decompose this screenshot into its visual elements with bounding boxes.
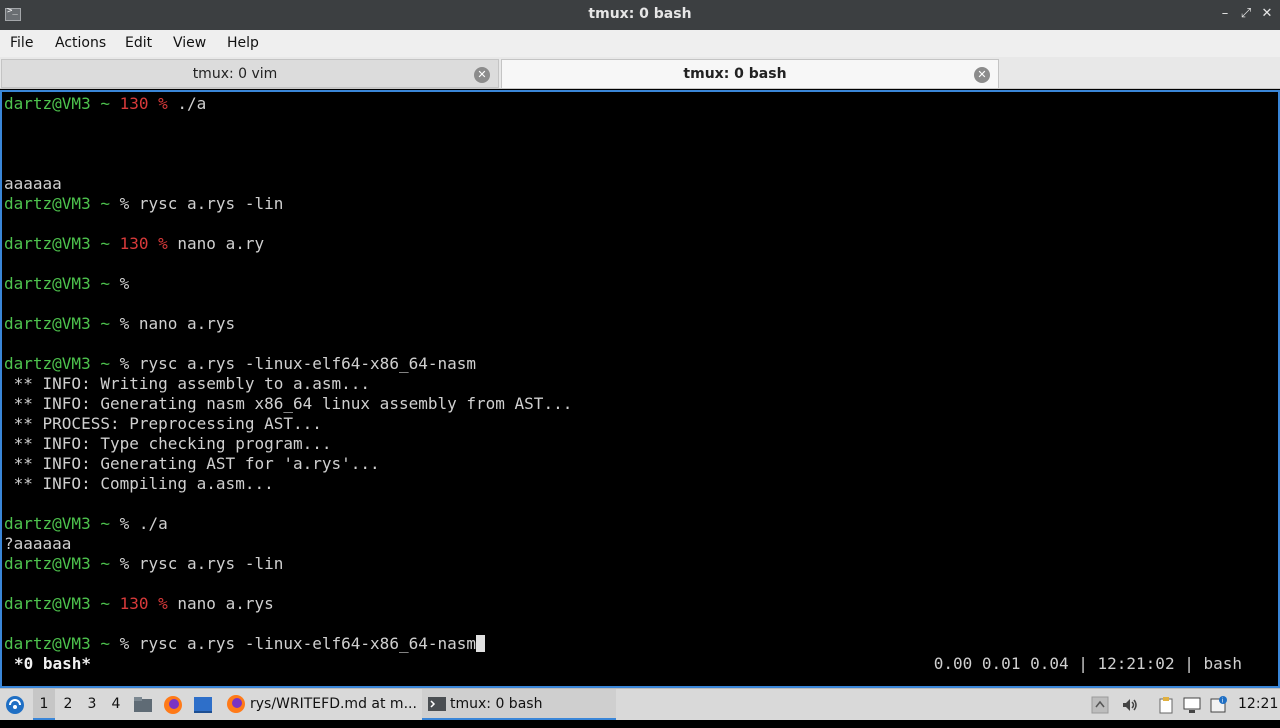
folder-icon <box>134 697 152 712</box>
firefox-icon <box>164 696 182 714</box>
firefox-launcher[interactable] <box>163 689 185 720</box>
window-titlebar: tmux: 0 bash – ⤢ ✕ <box>0 0 1280 30</box>
prompt-line: dartz@VM3 ~ 130 % nano a.ry <box>4 234 264 254</box>
prompt-user: dartz@VM3 ~ <box>4 234 120 253</box>
exit-code: 130 <box>119 94 149 113</box>
prompt-symbol: % <box>119 194 139 213</box>
volume-icon[interactable] <box>1121 696 1139 714</box>
command-text: rysc a.rys -lin <box>138 194 284 213</box>
menu-edit[interactable]: Edit <box>125 35 152 51</box>
prompt-user: dartz@VM3 ~ <box>4 274 120 293</box>
terminal-icon <box>428 697 446 711</box>
prompt-symbol: % <box>119 514 139 533</box>
tab-close-icon[interactable]: ✕ <box>974 67 990 83</box>
workspace-2[interactable]: 2 <box>57 689 79 720</box>
command-text: rysc a.rys -lin <box>138 554 284 573</box>
show-desktop-icon <box>194 697 212 713</box>
command-text: nano a.rys <box>177 594 274 613</box>
output-line: ** INFO: Compiling a.asm... <box>4 474 274 493</box>
prompt-symbol: % <box>148 234 178 253</box>
exit-code: 130 <box>119 594 149 613</box>
tmux-status-right: 0.00 0.01 0.04 | 12:21:02 | bash <box>933 654 1242 673</box>
tray-expand-icon[interactable] <box>1091 696 1109 714</box>
output-line: ** INFO: Type checking program... <box>4 434 332 453</box>
prompt-user: dartz@VM3 ~ <box>4 94 120 113</box>
prompt-line: dartz@VM3 ~ % <box>4 274 139 294</box>
prompt-line: dartz@VM3 ~ 130 % ./a <box>4 94 206 114</box>
output-line: ** PROCESS: Preprocessing AST... <box>4 414 322 433</box>
prompt-line: dartz@VM3 ~ % rysc a.rys -lin <box>4 554 283 574</box>
task-label: tmux: 0 bash <box>450 696 543 712</box>
tab-close-icon[interactable]: ✕ <box>474 67 490 83</box>
taskbar: 1 2 3 4 rys/WRITEFD.md at m... tmux: 0 b… <box>0 688 1280 720</box>
taskbar-task-terminal[interactable]: tmux: 0 bash <box>422 689 616 720</box>
close-button[interactable]: ✕ <box>1258 5 1276 23</box>
prompt-user: dartz@VM3 ~ <box>4 514 120 533</box>
prompt-user: dartz@VM3 ~ <box>4 554 120 573</box>
prompt-user: dartz@VM3 ~ <box>4 194 120 213</box>
prompt-symbol: % <box>148 94 178 113</box>
menu-view[interactable]: View <box>173 35 206 51</box>
prompt-line: dartz@VM3 ~ % rysc a.rys -linux-elf64-x8… <box>4 354 476 374</box>
prompt-user: dartz@VM3 ~ <box>4 354 120 373</box>
prompt-symbol: % <box>119 274 139 293</box>
workspace-1[interactable]: 1 <box>33 689 55 720</box>
taskbar-task-firefox[interactable]: rys/WRITEFD.md at m... <box>222 689 418 720</box>
network-icon[interactable] <box>1183 696 1201 714</box>
prompt-symbol: % <box>119 554 139 573</box>
terminal-area[interactable]: dartz@VM3 ~ 130 % ./a aaaaaa dartz@VM3 ~ %… <box>0 90 1280 688</box>
prompt-line: dartz@VM3 ~ 130 % nano a.rys <box>4 594 274 614</box>
workspace-3[interactable]: 3 <box>81 689 103 720</box>
maximize-button[interactable]: ⤢ <box>1237 5 1255 23</box>
prompt-line: dartz@VM3 ~ % nano a.rys <box>4 314 235 334</box>
prompt-line: dartz@VM3 ~ % rysc a.rys -lin <box>4 194 283 214</box>
output-line: ** INFO: Generating nasm x86_64 linux as… <box>4 394 573 413</box>
menu-file[interactable]: File <box>10 35 33 51</box>
command-text: nano a.ry <box>177 234 265 253</box>
prompt-line: dartz@VM3 ~ % ./a <box>4 514 168 534</box>
updates-icon[interactable]: i <box>1209 696 1227 714</box>
command-text: ./a <box>177 94 207 113</box>
command-text: ./a <box>138 514 168 533</box>
prompt-line: dartz@VM3 ~ % rysc a.rys -linux-elf64-x8… <box>4 634 486 654</box>
exit-code: 130 <box>119 234 149 253</box>
tab-label: tmux: 0 vim <box>192 66 278 82</box>
firefox-icon <box>227 695 245 713</box>
prompt-user: dartz@VM3 ~ <box>4 314 120 333</box>
command-text: rysc a.rys -linux-elf64-x86_64-nasm <box>138 634 477 653</box>
prompt-user: dartz@VM3 ~ <box>4 594 120 613</box>
tab-label: tmux: 0 bash <box>683 66 787 82</box>
output-line: ?aaaaaa <box>4 534 72 553</box>
file-manager-launcher[interactable] <box>133 689 155 720</box>
prompt-user: dartz@VM3 ~ <box>4 634 120 653</box>
menu-bar: File Actions Edit View Help <box>0 30 1280 57</box>
prompt-symbol: % <box>119 634 139 653</box>
task-label: rys/WRITEFD.md at m... <box>250 696 417 712</box>
start-menu-button[interactable] <box>4 689 28 720</box>
command-text: rysc a.rys -linux-elf64-x86_64-nasm <box>138 354 477 373</box>
tab-tmux-vim[interactable]: tmux: 0 vim ✕ <box>1 59 499 88</box>
tab-tmux-bash[interactable]: tmux: 0 bash ✕ <box>501 59 999 88</box>
output-line: aaaaaa <box>4 174 62 193</box>
output-line: ** INFO: Generating AST for 'a.rys'... <box>4 454 380 473</box>
prompt-symbol: % <box>148 594 178 613</box>
command-text: nano a.rys <box>138 314 236 333</box>
start-menu-icon <box>6 696 24 714</box>
minimize-button[interactable]: – <box>1216 5 1234 23</box>
prompt-symbol: % <box>119 314 139 333</box>
window-title: tmux: 0 bash <box>588 6 692 22</box>
menu-actions[interactable]: Actions <box>55 35 106 51</box>
output-line: ** INFO: Writing assembly to a.asm... <box>4 374 371 393</box>
text-cursor <box>476 635 486 652</box>
workspace-4[interactable]: 4 <box>105 689 127 720</box>
prompt-symbol: % <box>119 354 139 373</box>
menu-help[interactable]: Help <box>227 35 259 51</box>
tmux-window-status: *0 bash* <box>14 654 92 673</box>
desktop-launcher[interactable] <box>193 689 215 720</box>
tab-bar: tmux: 0 vim ✕ tmux: 0 bash ✕ <box>0 57 1280 89</box>
clipboard-icon[interactable] <box>1157 696 1175 714</box>
clock[interactable]: 12:21 <box>1238 689 1278 720</box>
